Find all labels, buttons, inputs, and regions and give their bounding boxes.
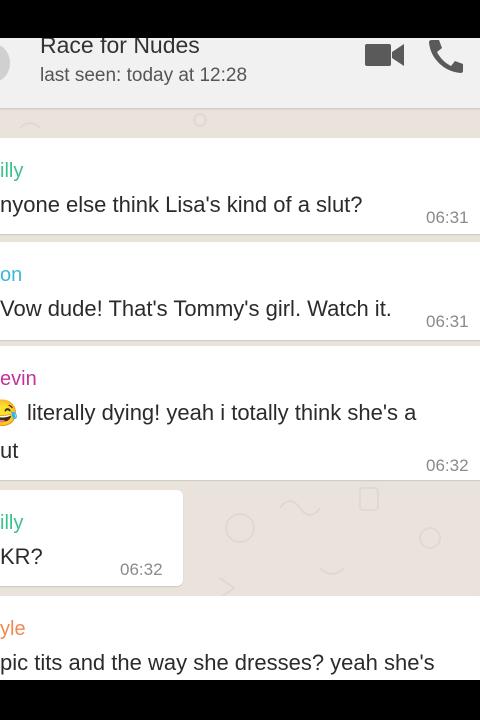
message-text: pic tits and the way she dresses? yeah s… — [0, 650, 435, 675]
last-seen-status: last seen: today at 12:28 — [40, 65, 248, 86]
phone-icon[interactable] — [426, 38, 466, 79]
message-text: KR? — [0, 544, 43, 569]
message-bubble[interactable]: on Vow dude! That's Tommy's girl. Watch … — [0, 242, 480, 340]
sender-name: yle — [0, 618, 26, 640]
laughing-emoji-icon: 😂 — [0, 398, 19, 428]
message-time: 06:31 — [426, 208, 469, 227]
message-bubble[interactable]: illy KR? 06:32 — [0, 490, 183, 586]
contact-name[interactable]: Race for Nudes — [40, 38, 200, 59]
chat-screen: Race for Nudes last seen: today at 12:28 — [0, 38, 480, 680]
contact-avatar[interactable] — [0, 44, 10, 82]
message-text-line-1: literally dying! yeah i totally think sh… — [27, 400, 417, 425]
message-text-line-2: ut — [0, 438, 19, 463]
message-bubble[interactable]: illy nyone else think Lisa's kind of a s… — [0, 138, 480, 234]
message-time: 06:31 — [426, 312, 469, 331]
message-time: 06:32 — [120, 560, 163, 579]
chat-header[interactable]: Race for Nudes last seen: today at 12:28 — [0, 38, 480, 108]
message-text: nyone else think Lisa's kind of a slut? — [0, 192, 363, 217]
message-bubble[interactable]: yle pic tits and the way she dresses? ye… — [0, 596, 480, 680]
message-bubble[interactable]: evin 😂 literally dying! yeah i totally t… — [0, 346, 480, 480]
message-text: Vow dude! That's Tommy's girl. Watch it. — [0, 296, 392, 321]
sender-name: illy — [0, 160, 24, 182]
sender-name: evin — [0, 368, 37, 390]
sender-name: on — [0, 264, 23, 286]
message-list[interactable]: illy nyone else think Lisa's kind of a s… — [0, 108, 480, 680]
video-call-icon[interactable] — [364, 40, 406, 75]
message-time: 06:32 — [426, 456, 469, 475]
sender-name: illy — [0, 512, 24, 534]
